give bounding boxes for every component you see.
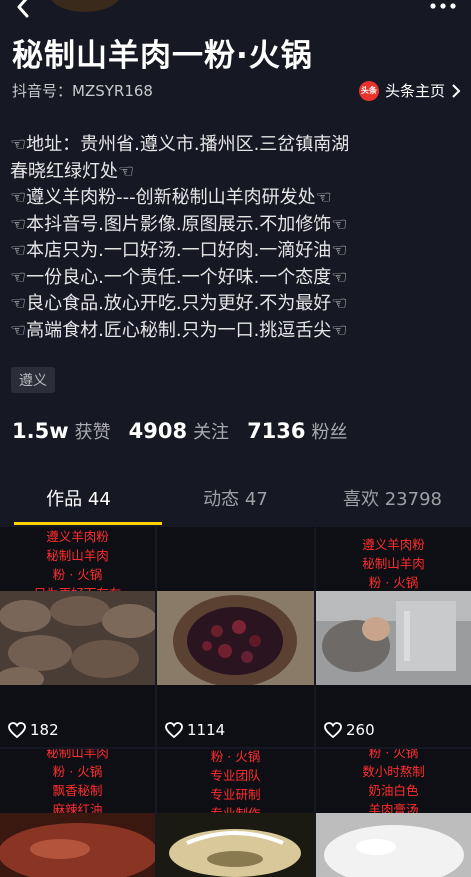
video-photo <box>157 813 314 877</box>
caption-line: 专业团队 <box>210 768 261 783</box>
video-photo <box>157 591 314 685</box>
chevron-right-icon <box>452 83 461 98</box>
bio-line: ☜遵义羊肉粉---创新秘制山羊肉研发处☜ <box>10 187 332 208</box>
following-count[interactable]: 4908 <box>129 419 187 443</box>
video-photo <box>0 591 155 685</box>
caption-line: 飘香秘制 <box>52 783 103 798</box>
caption-line: 粉 · 火锅 <box>368 575 419 590</box>
bio-line: ☜高端食材.匠心秘制.只为一口.挑逗舌尖☜ <box>10 319 348 341</box>
toutiao-label: 头条主页 <box>384 82 445 100</box>
like-count-value: 182 <box>30 721 59 739</box>
heart-outline-icon <box>8 722 26 738</box>
caption-line: 粉 · 火锅 <box>368 749 419 760</box>
video-caption: 遵义羊肉粉 秘制山羊肉 粉 · 火锅 <box>316 535 471 592</box>
video-thumbnail[interactable]: 秘制山羊肉 粉 · 火锅 飘香秘制 麻辣红油 <box>0 749 155 877</box>
account-id-label: 抖音号： <box>12 82 73 100</box>
caption-line: 专业研制 <box>210 787 261 802</box>
caption-line: 遵义羊肉粉 <box>46 529 109 544</box>
like-count-value: 1114 <box>187 721 226 739</box>
video-caption: 粉 · 火锅 数小时熬制 奶油白色 羊肉膏汤 <box>316 749 471 819</box>
video-caption: 秘制山羊肉 粉 · 火锅 飘香秘制 麻辣红油 <box>0 749 155 819</box>
bio-line: ☜本抖音号.图片影像.原图展示.不加修饰☜ <box>10 213 348 235</box>
profile-bio: ☜地址：贵州省.遵义市.播州区.三岔镇南湖 春晓红绿灯处☜ ☜遵义羊肉粉---创… <box>10 132 465 344</box>
bio-line: ☜良心食品.放心开吃.只为更好.不为最好☜ <box>10 293 348 314</box>
video-caption: 粉 · 火锅 专业团队 专业研制 专业制作 <box>157 749 314 823</box>
tab-works[interactable]: 作品 44 <box>0 478 157 526</box>
likes-label: 获赞 <box>74 422 111 443</box>
profile-tabs: 作品 44 动态 47 喜欢 23798 <box>0 478 471 526</box>
caption-line: 数小时熬制 <box>362 764 425 779</box>
like-count-value: 260 <box>346 721 375 739</box>
more-dots-icon[interactable] <box>429 2 457 14</box>
caption-line: 秘制山羊肉 <box>362 556 425 571</box>
video-photo <box>0 813 155 877</box>
location-tag[interactable]: 遵义 <box>11 367 55 393</box>
toutiao-logo: 头条 <box>358 80 379 101</box>
caption-line: 奶油白色 <box>368 783 419 798</box>
bio-line: ☜本店只为.一口好汤.一口好肉.一滴好油☜ <box>10 240 348 261</box>
bio-line: ☜地址：贵州省.遵义市.播州区.三岔镇南湖 <box>10 134 350 155</box>
followers-label[interactable]: 粉丝 <box>312 418 348 444</box>
account-id-value: MZSYR168 <box>72 82 153 100</box>
active-tab-indicator <box>14 522 162 525</box>
caption-line: 秘制山羊肉 <box>46 548 109 563</box>
bio-line: ☜一份良心.一个责任.一个好味.一个态度☜ <box>10 266 348 288</box>
caption-line: 粉 · 火锅 <box>210 749 261 764</box>
video-thumbnail[interactable]: 遵义羊肉粉 秘制山羊肉 粉 · 火锅 只为更好而存在 182 <box>0 527 155 747</box>
like-count: 1114 <box>165 721 225 739</box>
profile-title: 秘制山羊肉一粉·火锅 <box>12 38 313 74</box>
caption-line: 粉 · 火锅 <box>52 567 103 582</box>
profile-stats: 1.5w 获赞 4908 关注 7136 粉丝 <box>12 418 366 444</box>
toutiao-homepage-link[interactable]: 头条 头条主页 <box>358 80 461 101</box>
video-thumbnail[interactable]: 1114 <box>157 527 314 747</box>
caption-line: 遵义羊肉粉 <box>362 537 425 552</box>
back-chevron-icon[interactable] <box>10 0 36 20</box>
tab-liked[interactable]: 喜欢 23798 <box>314 478 471 526</box>
avatar[interactable] <box>46 0 124 14</box>
video-thumbnail[interactable]: 遵义羊肉粉 秘制山羊肉 粉 · 火锅 260 <box>316 527 471 747</box>
bio-line: 春晓红绿灯处☜ <box>10 160 135 182</box>
heart-outline-icon <box>324 722 342 738</box>
followers-count[interactable]: 7136 <box>247 419 305 443</box>
top-bar <box>0 0 471 22</box>
video-thumbnail[interactable]: 粉 · 火锅 数小时熬制 奶油白色 羊肉膏汤 <box>316 749 471 877</box>
video-photo <box>316 591 471 685</box>
caption-line: 粉 · 火锅 <box>52 764 103 779</box>
likes-count: 1.5w <box>12 419 69 443</box>
caption-line: 秘制山羊肉 <box>46 749 109 760</box>
tab-activity[interactable]: 动态 47 <box>157 478 314 526</box>
like-count: 260 <box>324 721 375 739</box>
following-label[interactable]: 关注 <box>193 418 229 444</box>
account-id: 抖音号：MZSYR168 <box>12 80 153 101</box>
video-photo <box>316 813 471 877</box>
video-thumbnail[interactable]: 粉 · 火锅 专业团队 专业研制 专业制作 <box>157 749 314 877</box>
heart-outline-icon <box>165 722 183 738</box>
video-grid: 遵义羊肉粉 秘制山羊肉 粉 · 火锅 只为更好而存在 182 1114 <box>0 527 471 877</box>
like-count: 182 <box>8 721 59 739</box>
